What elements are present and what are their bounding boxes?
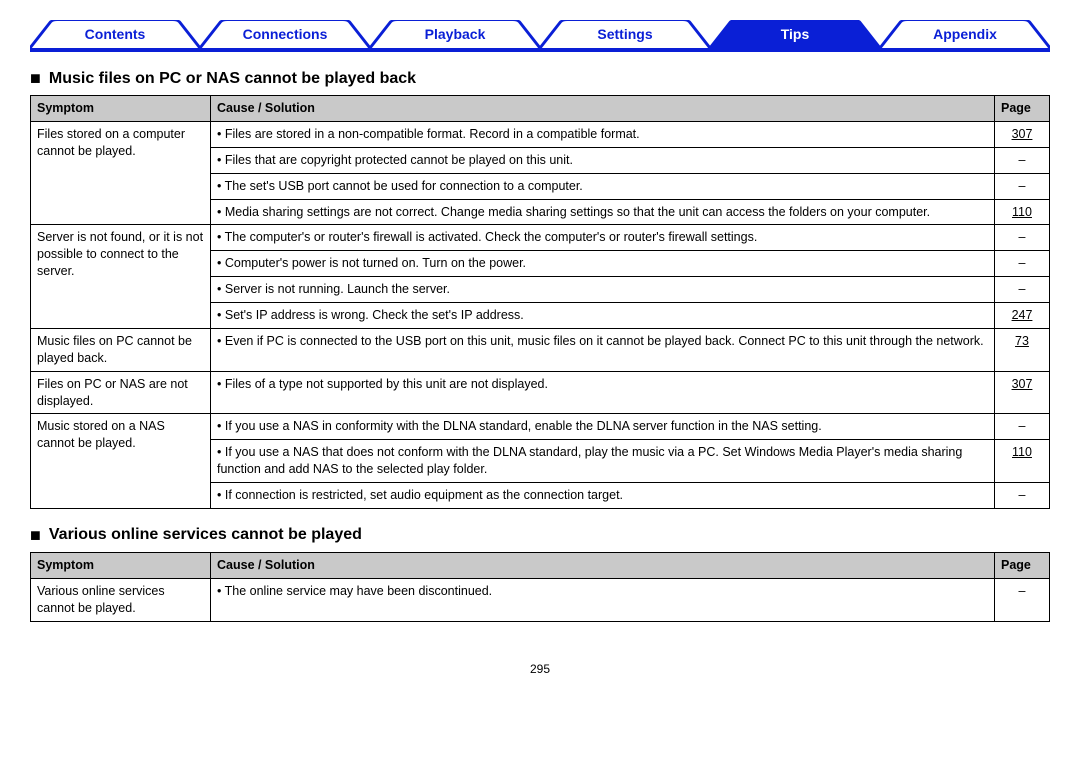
cause-cell: Files of a type not supported by this un… bbox=[211, 371, 995, 414]
page-cell: – bbox=[995, 147, 1050, 173]
square-bullet-icon: ■ bbox=[30, 525, 41, 546]
tab-appendix[interactable]: Appendix bbox=[880, 20, 1050, 48]
cause-cell: The online service may have been discont… bbox=[211, 578, 995, 621]
tab-playback[interactable]: Playback bbox=[370, 20, 540, 48]
page-cell: – bbox=[995, 578, 1050, 621]
col-symptom: Symptom bbox=[31, 552, 211, 578]
tab-connections[interactable]: Connections bbox=[200, 20, 370, 48]
tab-label: Tips bbox=[781, 26, 810, 42]
symptom-cell: Server is not found, or it is not possib… bbox=[31, 225, 211, 329]
page-cell: 110 bbox=[995, 440, 1050, 483]
symptom-cell: Music stored on a NAS cannot be played. bbox=[31, 414, 211, 509]
page-link[interactable]: 110 bbox=[1012, 445, 1032, 459]
cause-cell: If you use a NAS in conformity with the … bbox=[211, 414, 995, 440]
table-row: Server is not found, or it is not possib… bbox=[31, 225, 1050, 251]
cause-cell: Set's IP address is wrong. Check the set… bbox=[211, 303, 995, 329]
table-row: Music stored on a NAS cannot be played.I… bbox=[31, 414, 1050, 440]
table-row: Various online services cannot be played… bbox=[31, 578, 1050, 621]
cause-cell: Files that are copyright protected canno… bbox=[211, 147, 995, 173]
col-cause: Cause / Solution bbox=[211, 96, 995, 122]
symptom-cell: Files stored on a computer cannot be pla… bbox=[31, 121, 211, 225]
page-cell: – bbox=[995, 414, 1050, 440]
section-heading: ■ Music files on PC or NAS cannot be pla… bbox=[30, 68, 1050, 89]
tab-label: Connections bbox=[243, 26, 328, 42]
page-cell: 110 bbox=[995, 199, 1050, 225]
cause-cell: Media sharing settings are not correct. … bbox=[211, 199, 995, 225]
page-link[interactable]: 73 bbox=[1015, 334, 1029, 348]
page-cell: – bbox=[995, 225, 1050, 251]
page-cell: – bbox=[995, 277, 1050, 303]
cause-cell: The computer's or router's firewall is a… bbox=[211, 225, 995, 251]
page-cell: – bbox=[995, 251, 1050, 277]
troubleshooting-table: SymptomCause / SolutionPageFiles stored … bbox=[30, 95, 1050, 509]
section-title: Music files on PC or NAS cannot be playe… bbox=[49, 70, 416, 88]
content-sections: ■ Music files on PC or NAS cannot be pla… bbox=[30, 68, 1050, 622]
page-cell: – bbox=[995, 173, 1050, 199]
page-cell: 307 bbox=[995, 371, 1050, 414]
tab-label: Contents bbox=[85, 26, 146, 42]
table-row: Music files on PC cannot be played back.… bbox=[31, 328, 1050, 371]
page-link[interactable]: 110 bbox=[1012, 205, 1032, 219]
page-cell: – bbox=[995, 483, 1050, 509]
page-container: Contents Connections Playback Settings T… bbox=[0, 0, 1080, 686]
tab-label: Appendix bbox=[933, 26, 997, 42]
troubleshooting-table: SymptomCause / SolutionPage Various onlin… bbox=[30, 552, 1050, 622]
page-cell: 307 bbox=[995, 121, 1050, 147]
cause-cell: Files are stored in a non-compatible for… bbox=[211, 121, 995, 147]
square-bullet-icon: ■ bbox=[30, 68, 41, 89]
col-symptom: Symptom bbox=[31, 96, 211, 122]
page-cell: 247 bbox=[995, 303, 1050, 329]
cause-cell: Even if PC is connected to the USB port … bbox=[211, 328, 995, 371]
cause-cell: If connection is restricted, set audio e… bbox=[211, 483, 995, 509]
symptom-cell: Various online services cannot be played… bbox=[31, 578, 211, 621]
cause-cell: The set's USB port cannot be used for co… bbox=[211, 173, 995, 199]
cause-cell: Server is not running. Launch the server… bbox=[211, 277, 995, 303]
section-title: Various online services cannot be played bbox=[49, 526, 362, 544]
tab-settings[interactable]: Settings bbox=[540, 20, 710, 48]
tab-contents[interactable]: Contents bbox=[30, 20, 200, 48]
cause-cell: If you use a NAS that does not conform w… bbox=[211, 440, 995, 483]
section-heading: ■ Various online services cannot be play… bbox=[30, 525, 1050, 546]
symptom-cell: Files on PC or NAS are not displayed. bbox=[31, 371, 211, 414]
page-link[interactable]: 247 bbox=[1012, 308, 1033, 322]
page-link[interactable]: 307 bbox=[1012, 377, 1033, 391]
table-row: Files stored on a computer cannot be pla… bbox=[31, 121, 1050, 147]
page-cell: 73 bbox=[995, 328, 1050, 371]
tab-tips[interactable]: Tips bbox=[710, 20, 880, 48]
page-number: 295 bbox=[30, 662, 1050, 676]
top-tabbar: Contents Connections Playback Settings T… bbox=[30, 20, 1050, 52]
tab-label: Playback bbox=[425, 26, 486, 42]
col-page: Page bbox=[995, 96, 1050, 122]
col-page: Page bbox=[995, 552, 1050, 578]
symptom-cell: Music files on PC cannot be played back. bbox=[31, 328, 211, 371]
col-cause: Cause / Solution bbox=[211, 552, 995, 578]
table-row: Files on PC or NAS are not displayed.Fil… bbox=[31, 371, 1050, 414]
cause-cell: Computer's power is not turned on. Turn … bbox=[211, 251, 995, 277]
tab-label: Settings bbox=[597, 26, 652, 42]
page-link[interactable]: 307 bbox=[1012, 127, 1033, 141]
